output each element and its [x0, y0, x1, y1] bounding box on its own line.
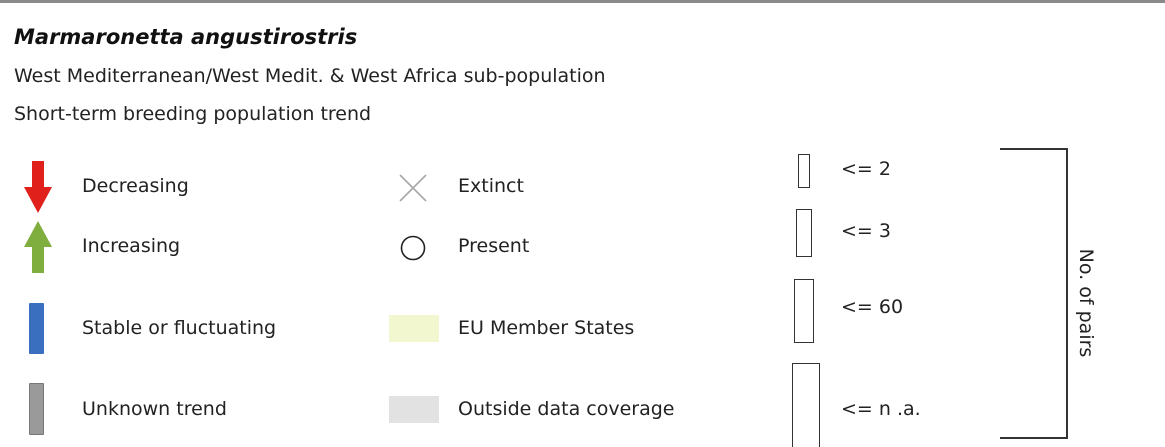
species-name: Marmaronetta angustirostris: [14, 25, 358, 49]
cross-icon: [398, 173, 428, 203]
size-label-na: <= n .a.: [841, 398, 921, 420]
blue-bar-icon: [29, 303, 44, 354]
pairs-bracket: [1000, 148, 1068, 439]
legend-label-extinct: Extinct: [458, 175, 524, 197]
size-box-unknown: [792, 363, 820, 447]
outside-coverage-swatch: [389, 396, 439, 423]
legend-panel: Marmaronetta angustirostris West Mediter…: [0, 0, 1165, 447]
subpopulation-label: West Mediterranean/West Medit. & West Af…: [14, 65, 606, 87]
size-label-2: <= 2: [841, 158, 891, 180]
no-of-pairs-label: No. of pairs: [1075, 248, 1097, 358]
size-label-60: <= 60: [841, 296, 904, 318]
red-down-arrow-icon: [24, 161, 52, 213]
size-box-small: [798, 154, 810, 188]
legend-label-unknown: Unknown trend: [82, 398, 227, 420]
circle-icon: [399, 234, 427, 262]
size-box-medium: [796, 209, 812, 257]
trend-title: Short-term breeding population trend: [14, 103, 372, 125]
legend-label-stable: Stable or fluctuating: [82, 317, 277, 339]
green-up-arrow-icon: [24, 221, 52, 273]
size-box-large: [794, 279, 814, 343]
legend-label-present: Present: [458, 235, 530, 257]
size-label-3: <= 3: [841, 220, 891, 242]
legend-label-increasing: Increasing: [82, 235, 181, 257]
eu-member-swatch: [389, 315, 439, 342]
legend-label-eu: EU Member States: [458, 317, 635, 339]
grey-bar-icon: [29, 383, 44, 435]
legend-label-decreasing: Decreasing: [82, 175, 189, 197]
legend-label-outside: Outside data coverage: [458, 398, 675, 420]
